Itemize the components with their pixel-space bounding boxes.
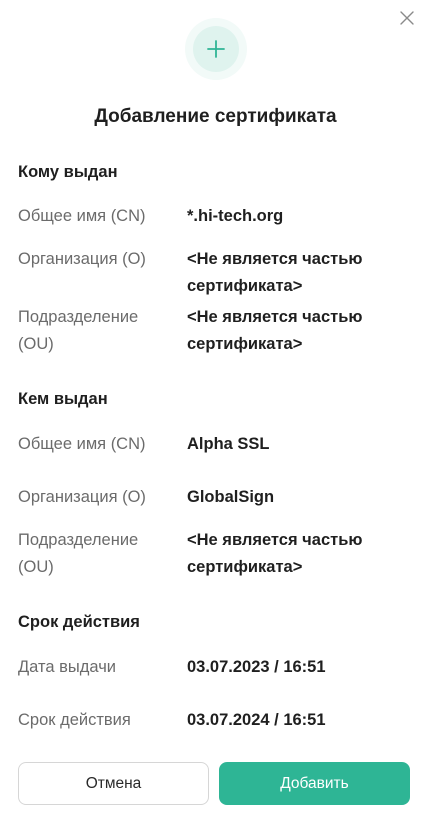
section-issued-by-heading: Кем выдан <box>18 390 108 408</box>
issued-to-ou-value: <Не является частью сертификата> <box>187 308 363 353</box>
issue-date-value: 03.07.2023 / 16:51 <box>187 658 326 676</box>
issued-to-cn-value: *.hi-tech.org <box>187 207 284 225</box>
add-button[interactable]: Добавить <box>219 762 410 805</box>
issued-by-cn-value: Alpha SSL <box>187 435 270 453</box>
issued-to-o-label: Организация (O) <box>18 250 146 268</box>
dialog-title: Добавление сертификата <box>94 106 337 127</box>
plus-icon <box>206 40 225 58</box>
close-icon <box>400 11 414 25</box>
section-issued-to-heading: Кому выдан <box>18 163 118 181</box>
header-icon-halo <box>184 18 247 80</box>
issued-by-ou-label: Подразделение (OU) <box>18 531 139 576</box>
issued-by-o-label: Организация (O) <box>18 488 146 506</box>
issued-by-cn-label: Общее имя (CN) <box>18 435 146 453</box>
header-icon-circle <box>192 26 239 72</box>
issued-to-ou-label: Подразделение (OU) <box>18 308 139 353</box>
section-validity-heading: Срок действия <box>18 613 140 631</box>
close-button[interactable] <box>399 10 415 26</box>
cancel-button[interactable]: Отмена <box>18 762 209 805</box>
issued-to-o-value: <Не является частью сертификата> <box>187 250 363 295</box>
expiry-date-label: Срок действия <box>18 711 131 729</box>
issue-date-label: Дата выдачи <box>18 658 117 676</box>
expiry-date-value: 03.07.2024 / 16:51 <box>187 711 326 729</box>
issued-by-o-value: GlobalSign <box>187 488 275 506</box>
issued-by-ou-value: <Не является частью сертификата> <box>187 531 363 576</box>
issued-to-cn-label: Общее имя (CN) <box>18 207 146 225</box>
